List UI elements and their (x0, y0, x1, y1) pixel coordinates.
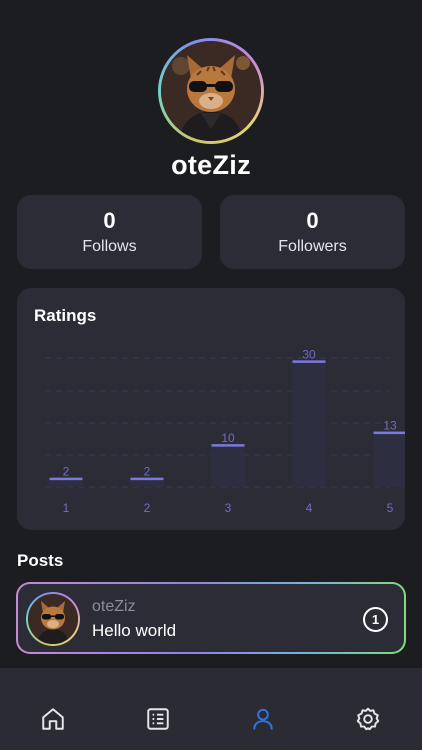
cat-avatar-image (161, 41, 261, 141)
home-icon (42, 708, 64, 730)
post-author-avatar (26, 592, 80, 646)
chart-data-label: 2 (144, 465, 151, 479)
nav-settings[interactable] (355, 706, 381, 732)
chart-data-label: 13 (383, 419, 397, 433)
nav-profile[interactable] (250, 706, 276, 732)
ratings-title: Ratings (34, 306, 97, 325)
follows-card[interactable]: 0 Follows (17, 195, 202, 269)
ratings-card: 2 1 2 2 10 3 30 4 13 5 Ratings (17, 288, 405, 530)
chart-tick-label: 2 (144, 501, 151, 515)
chart-tick-label: 3 (225, 501, 232, 515)
list-icon (147, 708, 169, 730)
chart-data-label: 2 (63, 465, 70, 479)
chart-bar (211, 445, 245, 487)
settings-icon (356, 707, 380, 731)
profile-avatar[interactable] (158, 38, 264, 144)
post-item-body: oteZiz Hello world 1 (18, 584, 404, 652)
follows-label: Follows (82, 238, 137, 255)
profile-screen: oteZiz 0 Follows 0 Followers 2 1 2 2 10 3 30 4 1… (0, 0, 422, 750)
post-author: oteZiz (92, 598, 136, 615)
chart-data-label: 10 (221, 431, 235, 445)
bottom-navigation (0, 668, 422, 750)
followers-label: Followers (278, 238, 347, 255)
chart-data-label: 30 (302, 347, 316, 361)
chart-tick-label: 1 (63, 501, 70, 515)
follows-count: 0 (103, 208, 116, 233)
post-text: Hello world (92, 621, 177, 640)
cat-avatar-image (28, 594, 78, 644)
posts-title: Posts (17, 551, 64, 570)
nav-list[interactable] (145, 706, 171, 732)
username: oteZiz (171, 150, 251, 180)
post-item[interactable]: oteZiz Hello world 1 (16, 582, 406, 654)
followers-card[interactable]: 0 Followers (220, 195, 405, 269)
chart-bar (373, 432, 405, 487)
post-count-badge: 1 (363, 607, 388, 632)
nav-home[interactable] (40, 706, 66, 732)
profile-icon (253, 708, 273, 730)
chart-tick-label: 5 (387, 501, 394, 515)
chart-bar (292, 361, 326, 487)
followers-count: 0 (306, 208, 319, 233)
chart-tick-label: 4 (306, 501, 313, 515)
